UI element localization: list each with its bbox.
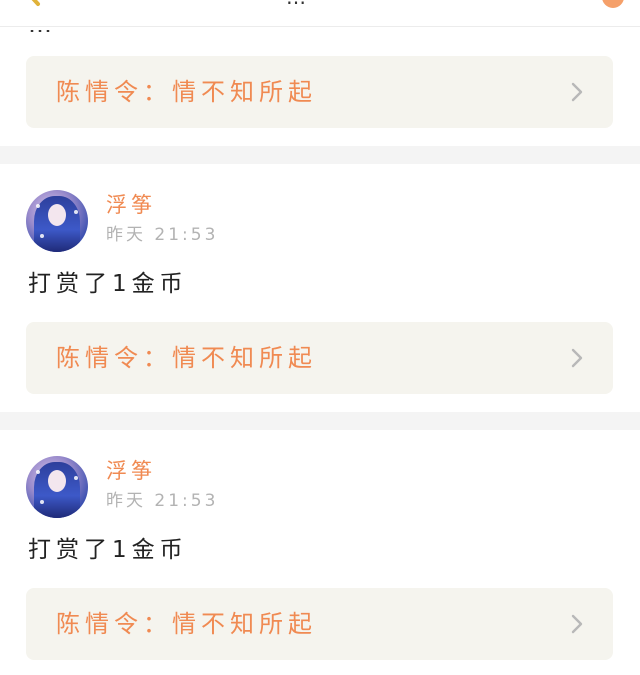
linked-work-title: 陈情令：情不知所起 <box>56 78 317 106</box>
post-author-row: 浮筝 昨天 21:53 <box>26 456 426 518</box>
post-text: 打赏了1金币 <box>28 537 188 563</box>
chevron-right-icon <box>571 348 583 368</box>
page-title: … <box>286 0 356 6</box>
linked-work-title: 陈情令：情不知所起 <box>56 610 317 638</box>
section-divider <box>0 146 640 164</box>
linked-work-card[interactable]: 陈情令：情不知所起 <box>26 322 613 394</box>
feed-post: 浮筝 昨天 21:53 打赏了1金币 陈情令：情不知所起 <box>0 430 640 675</box>
post-author-row: 浮筝 昨天 21:53 <box>26 190 426 252</box>
timestamp: 昨天 21:53 <box>106 491 219 511</box>
username[interactable]: 浮筝 <box>106 458 156 484</box>
avatar[interactable] <box>26 456 88 518</box>
chevron-right-icon <box>571 82 583 102</box>
chevron-right-icon <box>571 614 583 634</box>
avatar[interactable] <box>26 190 88 252</box>
linked-work-card[interactable]: 陈情令：情不知所起 <box>26 56 613 128</box>
previous-post-text: … <box>28 18 62 32</box>
section-divider <box>0 412 640 430</box>
linked-work-card[interactable]: 陈情令：情不知所起 <box>26 588 613 660</box>
timestamp: 昨天 21:53 <box>106 225 219 245</box>
notification-badge[interactable] <box>602 0 624 8</box>
back-icon[interactable] <box>24 0 42 8</box>
post-text: 打赏了1金币 <box>28 271 188 297</box>
feed-post: 浮筝 昨天 21:53 打赏了1金币 陈情令：情不知所起 <box>0 164 640 412</box>
activity-feed-page: … … 陈情令：情不知所起 浮筝 昨天 21:53 打赏了1金币 陈情令：情不知… <box>0 0 640 675</box>
username[interactable]: 浮筝 <box>106 192 156 218</box>
linked-work-title: 陈情令：情不知所起 <box>56 344 317 372</box>
